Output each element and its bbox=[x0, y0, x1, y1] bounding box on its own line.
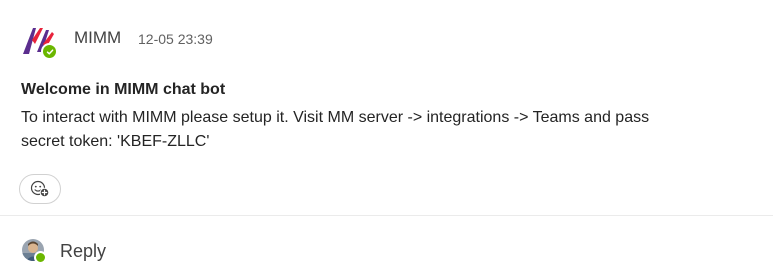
reply-button[interactable]: Reply bbox=[60, 241, 106, 262]
reply-avatar bbox=[22, 239, 47, 264]
thread-divider bbox=[0, 215, 773, 216]
message-timestamp: 12-05 23:39 bbox=[138, 31, 213, 47]
add-reaction-icon bbox=[30, 180, 50, 198]
message-avatar[interactable] bbox=[20, 22, 58, 60]
sender-name[interactable]: MIMM bbox=[74, 28, 121, 48]
reply-presence-icon bbox=[34, 251, 47, 264]
message-title: Welcome in MIMM chat bot bbox=[21, 81, 226, 98]
message-body: To interact with MIMM please setup it. V… bbox=[21, 109, 650, 150]
add-reaction-button[interactable] bbox=[19, 174, 61, 204]
presence-available-icon bbox=[41, 43, 58, 60]
